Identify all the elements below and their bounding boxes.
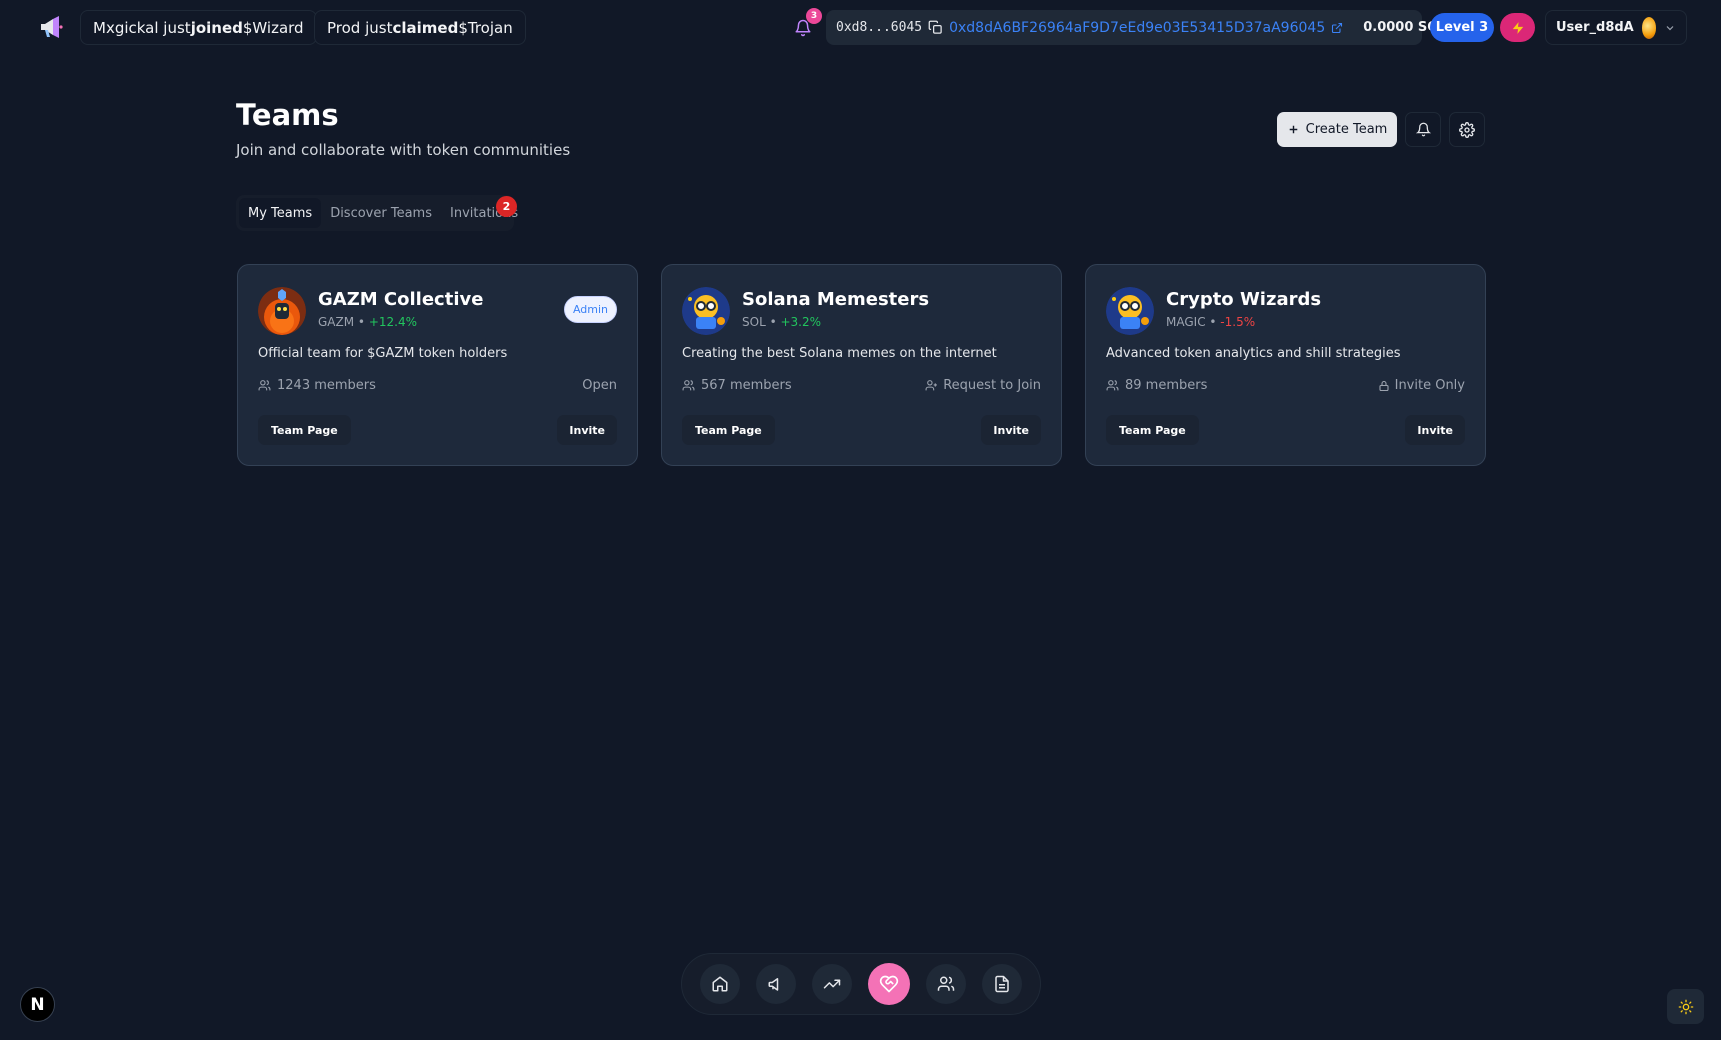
access-label: Open <box>582 378 617 393</box>
team-members: 567 members <box>682 378 792 393</box>
team-logo <box>258 287 306 335</box>
ticker-token: $Wizard <box>242 18 304 37</box>
invitations-count-badge: 2 <box>496 196 517 217</box>
ticker-token: $Trojan <box>458 18 513 37</box>
activity-ticker-1: Mxgickal just joined $Wizard <box>80 10 317 45</box>
team-card[interactable]: GAZM Collective GAZM • +12.4% Admin Offi… <box>237 264 638 466</box>
ticker-text: Prod just <box>327 18 393 37</box>
team-ticker: MAGIC <box>1166 315 1206 329</box>
team-name[interactable]: Solana Memesters <box>742 289 929 310</box>
member-count: 89 members <box>1125 378 1208 393</box>
team-price-change: -1.5% <box>1220 315 1256 329</box>
team-page-button[interactable]: Team Page <box>258 415 351 445</box>
team-card[interactable]: Solana Memesters SOL • +3.2% Creating th… <box>661 264 1062 466</box>
team-price-change: +3.2% <box>780 315 822 329</box>
team-page-button[interactable]: Team Page <box>1106 415 1199 445</box>
access-label: Request to Join <box>943 378 1041 393</box>
chevron-down-icon <box>1664 22 1676 34</box>
wallet-short-address: 0xd8...6045 <box>836 20 923 35</box>
team-token-meta: SOL • +3.2% <box>742 315 822 329</box>
users-icon <box>1106 379 1119 392</box>
ticker-action: claimed <box>392 18 459 37</box>
team-description: Advanced token analytics and shill strat… <box>1106 346 1401 361</box>
team-ticker: SOL <box>742 315 766 329</box>
users-icon[interactable] <box>926 964 966 1004</box>
team-notifications-button[interactable] <box>1405 112 1441 147</box>
ticker-text: Mxgickal just <box>93 18 191 37</box>
bell-icon <box>1415 122 1431 137</box>
member-count: 567 members <box>701 378 792 393</box>
team-members: 89 members <box>1106 378 1207 393</box>
create-team-label: Create Team <box>1305 122 1388 137</box>
wallet-panel: 0xd8...6045 0xd8dA6BF26964aF9D7eEd9e03E5… <box>826 10 1447 45</box>
trending-icon[interactable] <box>812 964 852 1004</box>
team-name[interactable]: GAZM Collective <box>318 289 483 310</box>
lightning-icon <box>1511 20 1525 36</box>
users-icon <box>682 379 695 392</box>
page-subtitle: Join and collaborate with token communit… <box>236 141 571 159</box>
level-badge[interactable]: Level 3 <box>1430 13 1494 42</box>
user-plus-icon <box>925 379 938 392</box>
team-logo <box>1106 287 1154 335</box>
username: User_d8dA <box>1556 20 1634 35</box>
wallet-full-address-link[interactable]: 0xd8dA6BF26964aF9D7eEd9e03E53415D37aA960… <box>949 20 1325 36</box>
team-settings-button[interactable] <box>1449 112 1485 147</box>
megaphone-logo-icon[interactable] <box>36 12 66 42</box>
copy-icon[interactable] <box>928 20 943 35</box>
heart-handshake-icon[interactable] <box>868 963 910 1005</box>
team-ticker: GAZM <box>318 315 355 329</box>
plus-icon <box>1287 123 1300 136</box>
boost-button[interactable] <box>1500 13 1535 42</box>
teams-tabs: My Teams Discover Teams Invitations <box>236 195 518 231</box>
create-team-button[interactable]: Create Team <box>1277 112 1397 147</box>
users-icon <box>258 379 271 392</box>
activity-ticker-2: Prod just claimed $Trojan <box>314 10 526 45</box>
team-description: Creating the best Solana memes on the in… <box>682 346 997 361</box>
team-access: Invite Only <box>1378 378 1465 393</box>
invite-button[interactable]: Invite <box>1405 415 1465 445</box>
team-price-change: +12.4% <box>368 315 417 329</box>
team-access: Open <box>582 378 617 393</box>
tab-discover-teams[interactable]: Discover Teams <box>321 198 441 228</box>
team-description: Official team for $GAZM token holders <box>258 346 508 361</box>
gear-icon <box>1459 121 1475 138</box>
megaphone-icon[interactable] <box>756 964 796 1004</box>
member-count: 1243 members <box>277 378 376 393</box>
document-icon[interactable] <box>982 964 1022 1004</box>
team-token-meta: MAGIC • -1.5% <box>1166 315 1256 329</box>
tab-my-teams[interactable]: My Teams <box>239 198 322 228</box>
ticker-action: joined <box>190 18 243 37</box>
role-badge: Admin <box>563 296 617 323</box>
user-menu-button[interactable]: User_d8dA <box>1545 10 1687 45</box>
notification-count-badge: 3 <box>806 8 822 24</box>
lock-icon <box>1378 380 1390 392</box>
team-page-button[interactable]: Team Page <box>682 415 775 445</box>
invite-button[interactable]: Invite <box>981 415 1041 445</box>
invite-button[interactable]: Invite <box>557 415 617 445</box>
home-icon[interactable] <box>700 964 740 1004</box>
sun-icon[interactable] <box>1667 989 1704 1024</box>
team-logo <box>682 287 730 335</box>
external-link-icon[interactable] <box>1331 22 1343 34</box>
avatar <box>1641 16 1656 39</box>
team-access: Request to Join <box>925 378 1041 393</box>
team-members: 1243 members <box>258 378 376 393</box>
page-title: Teams <box>236 98 339 132</box>
access-label: Invite Only <box>1394 378 1465 393</box>
team-token-meta: GAZM • +12.4% <box>318 315 417 329</box>
bottom-navigation-dock <box>681 953 1041 1015</box>
next-dev-badge[interactable]: N <box>20 987 55 1022</box>
team-name[interactable]: Crypto Wizards <box>1166 289 1321 310</box>
top-bar: Mxgickal just joined $Wizard Prod just c… <box>0 0 1721 54</box>
team-card[interactable]: Crypto Wizards MAGIC • -1.5% Advanced to… <box>1085 264 1486 466</box>
